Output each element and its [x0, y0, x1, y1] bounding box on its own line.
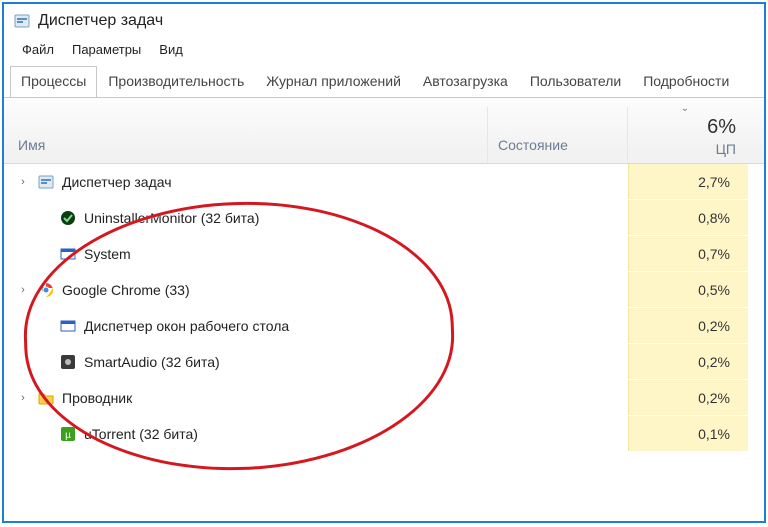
- table-header: Имя Состояние ⌄ 6% ЦП: [4, 98, 764, 164]
- table-row[interactable]: System 0,7%: [4, 236, 764, 272]
- cell-cpu: 0,2%: [628, 380, 748, 415]
- table-row[interactable]: › Проводник 0,2%: [4, 380, 764, 416]
- cell-cpu: 0,1%: [628, 416, 748, 451]
- cell-cpu: 0,2%: [628, 344, 748, 379]
- window-title: Диспетчер задач: [38, 12, 163, 30]
- cell-name: µ uTorrent (32 бита): [4, 426, 488, 442]
- cell-cpu: 2,7%: [628, 164, 748, 199]
- cell-cpu: 0,5%: [628, 272, 748, 307]
- process-name: UninstallerMonitor (32 бита): [84, 210, 259, 226]
- svg-text:µ: µ: [65, 430, 71, 441]
- cpu-label: ЦП: [716, 141, 736, 157]
- ut-icon: µ: [60, 426, 76, 442]
- process-table: Имя Состояние ⌄ 6% ЦП › Диспетчер задач 2,…: [4, 98, 764, 521]
- tab-details[interactable]: Подробности: [632, 66, 740, 98]
- folder-icon: [38, 390, 54, 406]
- cell-name: Диспетчер окон рабочего стола: [4, 318, 488, 334]
- green-icon: [60, 210, 76, 226]
- app-icon: [14, 13, 30, 29]
- cell-cpu: 0,8%: [628, 200, 748, 235]
- cell-name: SmartAudio (32 бита): [4, 354, 488, 370]
- table-body: ›Диспетчер задач2,7%UninstallerMonitor (…: [4, 164, 764, 452]
- cell-name: UninstallerMonitor (32 бита): [4, 210, 488, 226]
- table-row[interactable]: Диспетчер окон рабочего стола 0,2%: [4, 308, 764, 344]
- tabstrip: Процессы Производительность Журнал прило…: [4, 65, 764, 98]
- tab-users[interactable]: Пользователи: [519, 66, 632, 98]
- process-name: SmartAudio (32 бита): [84, 354, 220, 370]
- menu-file[interactable]: Файл: [14, 40, 62, 59]
- cell-name: › Диспетчер задач: [4, 174, 488, 190]
- tab-processes[interactable]: Процессы: [10, 66, 97, 98]
- tab-apphistory[interactable]: Журнал приложений: [255, 66, 412, 98]
- table-row[interactable]: SmartAudio (32 бита) 0,2%: [4, 344, 764, 380]
- process-name: Диспетчер окон рабочего стола: [84, 318, 289, 334]
- cell-cpu: 0,7%: [628, 236, 748, 271]
- table-row[interactable]: › Google Chrome (33) 0,5%: [4, 272, 764, 308]
- expand-toggle-icon[interactable]: ›: [16, 284, 30, 296]
- cell-name: › Google Chrome (33): [4, 282, 488, 298]
- expand-toggle-icon[interactable]: ›: [16, 392, 30, 404]
- menu-view[interactable]: Вид: [151, 40, 191, 59]
- process-name: Проводник: [62, 390, 132, 406]
- expand-toggle-icon[interactable]: ›: [16, 176, 30, 188]
- cell-name: System: [4, 246, 488, 262]
- column-header-name[interactable]: Имя: [4, 107, 488, 163]
- process-name: uTorrent (32 бита): [84, 426, 198, 442]
- cell-cpu: 0,2%: [628, 308, 748, 343]
- titlebar: Диспетчер задач: [4, 4, 764, 36]
- taskmgr-icon: [38, 174, 54, 190]
- table-row[interactable]: › Диспетчер задач 2,7%: [4, 164, 764, 200]
- column-header-cpu[interactable]: ⌄ 6% ЦП: [628, 98, 748, 163]
- menu-options[interactable]: Параметры: [64, 40, 149, 59]
- cpu-total: 6%: [707, 116, 736, 139]
- menubar: Файл Параметры Вид: [4, 36, 764, 65]
- process-name: Диспетчер задач: [62, 174, 172, 190]
- gray-icon: [60, 354, 76, 370]
- column-header-state[interactable]: Состояние: [488, 107, 628, 163]
- tab-performance[interactable]: Производительность: [97, 66, 255, 98]
- process-name: System: [84, 246, 131, 262]
- task-manager-window: Диспетчер задач Файл Параметры Вид Проце…: [2, 2, 766, 523]
- win-icon: [60, 246, 76, 262]
- process-name: Google Chrome (33): [62, 282, 190, 298]
- tab-startup[interactable]: Автозагрузка: [412, 66, 519, 98]
- sort-indicator-icon: ⌄: [681, 104, 689, 114]
- table-row[interactable]: µ uTorrent (32 бита) 0,1%: [4, 416, 764, 452]
- chrome-icon: [38, 282, 54, 298]
- cell-name: › Проводник: [4, 390, 488, 406]
- table-row[interactable]: UninstallerMonitor (32 бита) 0,8%: [4, 200, 764, 236]
- win-icon: [60, 318, 76, 334]
